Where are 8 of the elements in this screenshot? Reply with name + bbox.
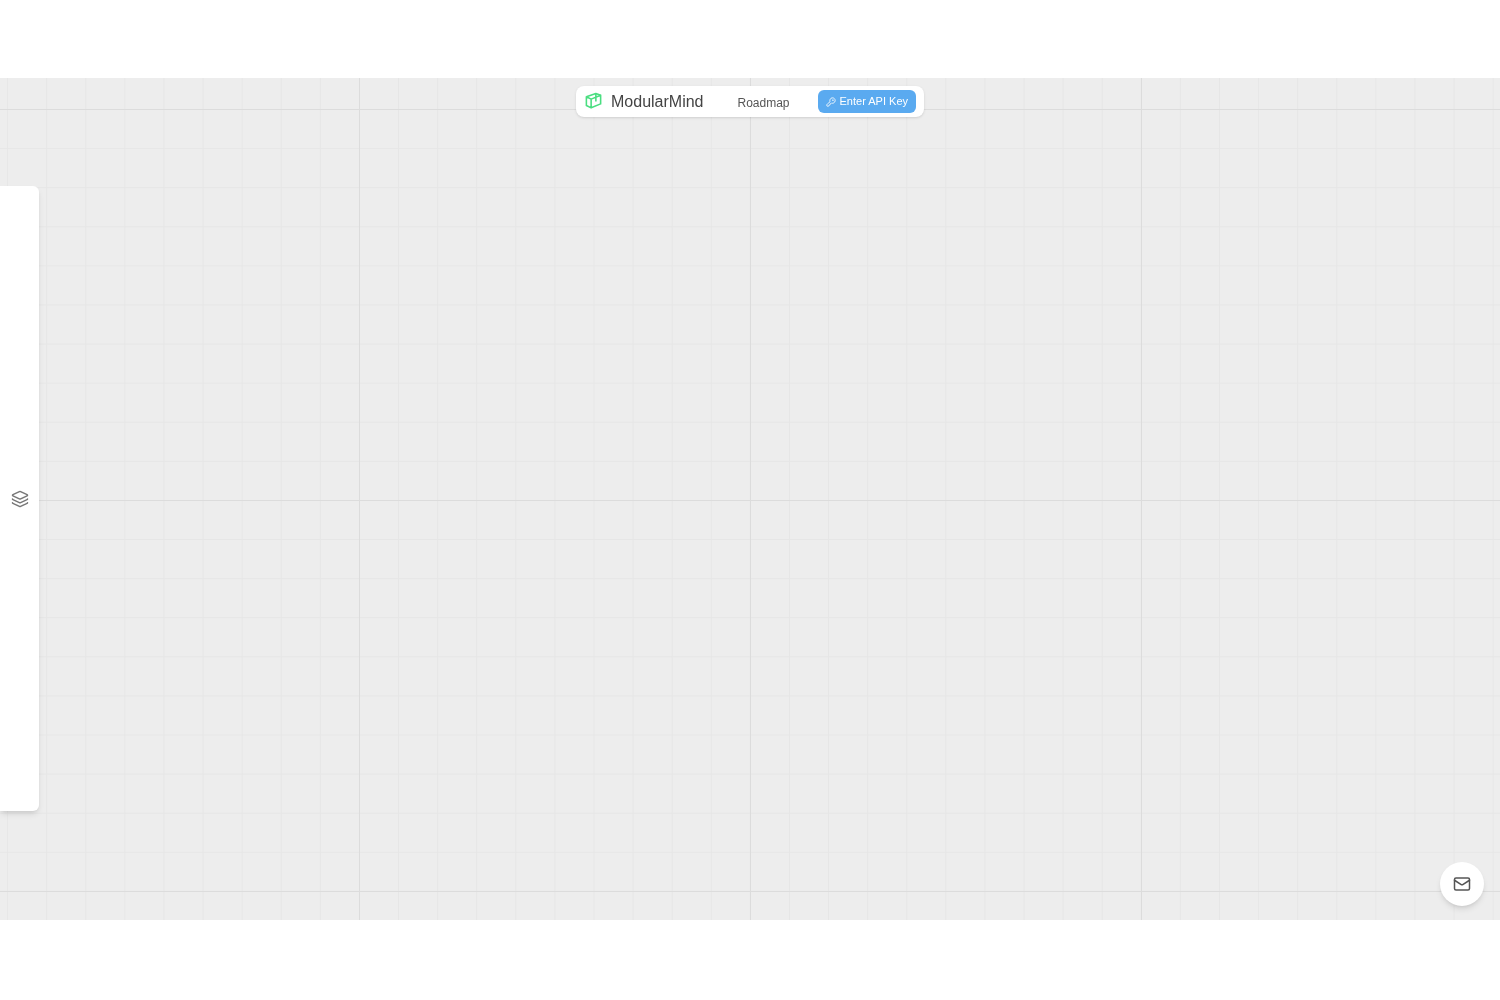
mail-button[interactable] bbox=[1440, 862, 1484, 906]
canvas[interactable]: ModularMind Roadmap Enter API Key bbox=[0, 78, 1500, 920]
mail-icon bbox=[1453, 875, 1471, 893]
app-name: ModularMind bbox=[611, 91, 704, 112]
key-icon bbox=[825, 96, 836, 107]
roadmap-link[interactable]: Roadmap bbox=[737, 94, 790, 112]
logo-icon bbox=[584, 92, 603, 111]
layers-icon[interactable] bbox=[10, 489, 29, 508]
